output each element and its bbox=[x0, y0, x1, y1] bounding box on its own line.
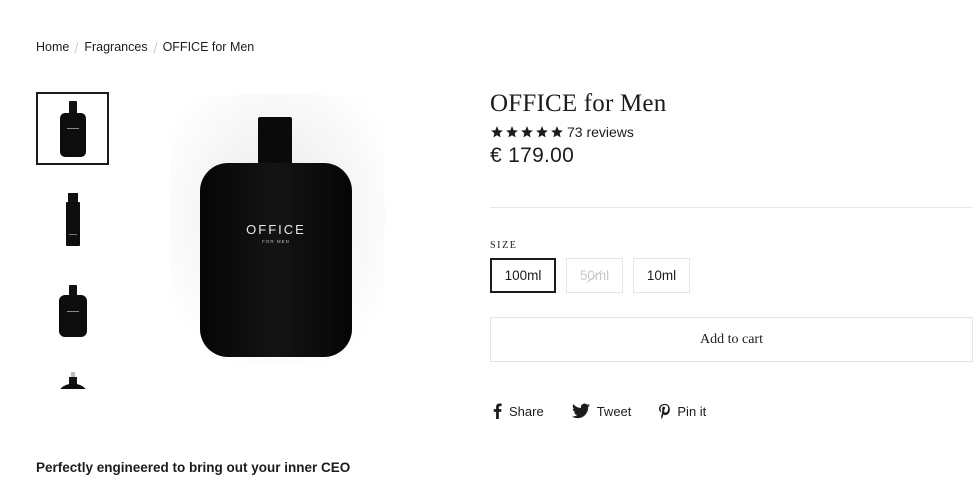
product-title: OFFICE for Men bbox=[490, 90, 667, 117]
bottle-label-brand: OFFICE bbox=[246, 222, 306, 237]
breadcrumb-fragrances-link[interactable]: Fragrances bbox=[84, 40, 147, 54]
bottle-small-thumbnail-image bbox=[58, 284, 87, 337]
thumbnail-bottle-front[interactable] bbox=[36, 92, 109, 165]
social-share: Share Tweet Pin it bbox=[493, 403, 706, 419]
product-info: OFFICE for Men 73 reviews € 179.00 SIZE … bbox=[490, 90, 973, 419]
add-to-cart-button[interactable]: Add to cart bbox=[490, 317, 973, 362]
size-option-100ml[interactable]: 100ml bbox=[490, 258, 556, 293]
breadcrumb-separator bbox=[74, 41, 79, 53]
bottle-top-thumbnail-image bbox=[59, 371, 86, 389]
product-price: € 179.00 bbox=[490, 144, 575, 167]
breadcrumb-home-link[interactable]: Home bbox=[36, 40, 69, 54]
thumbnail-bottle-small[interactable] bbox=[36, 274, 109, 347]
pin-label: Pin it bbox=[677, 403, 707, 419]
product-tagline: Perfectly engineered to bring out your i… bbox=[36, 460, 351, 475]
thumbnail-bottle-top[interactable] bbox=[36, 365, 109, 389]
share-label: Share bbox=[509, 403, 544, 419]
facebook-icon bbox=[493, 403, 502, 419]
perfume-bottle-image: OFFICE FOR MEN bbox=[170, 95, 385, 365]
size-option-50ml[interactable]: 50ml bbox=[566, 258, 623, 293]
star-rating bbox=[490, 125, 564, 139]
bottle-label-sub: FOR MEN bbox=[262, 239, 290, 244]
product-rating[interactable]: 73 reviews bbox=[490, 124, 973, 140]
size-selector: 100ml 50ml 10ml bbox=[490, 258, 690, 293]
pinterest-icon bbox=[659, 403, 671, 419]
share-facebook-button[interactable]: Share bbox=[493, 403, 544, 419]
reviews-count[interactable]: 73 reviews bbox=[567, 124, 634, 140]
star-icon bbox=[551, 126, 563, 138]
tweet-label: Tweet bbox=[596, 403, 632, 419]
bottle-thumbnail-image bbox=[59, 100, 86, 157]
star-icon bbox=[506, 126, 518, 138]
star-icon bbox=[536, 126, 548, 138]
thumbnail-gallery[interactable] bbox=[36, 92, 109, 389]
main-product-image[interactable]: OFFICE FOR MEN bbox=[170, 95, 385, 365]
travel-spray-thumbnail-image bbox=[65, 192, 80, 246]
thumbnail-travel-spray[interactable] bbox=[36, 183, 109, 256]
breadcrumb: Home Fragrances OFFICE for Men bbox=[36, 40, 254, 54]
breadcrumb-separator bbox=[153, 41, 158, 53]
share-pinterest-button[interactable]: Pin it bbox=[659, 403, 706, 419]
breadcrumb-current: OFFICE for Men bbox=[162, 40, 255, 54]
star-icon bbox=[491, 126, 503, 138]
share-twitter-button[interactable]: Tweet bbox=[571, 403, 632, 419]
star-icon bbox=[521, 126, 533, 138]
size-option-label: 10ml bbox=[646, 268, 677, 283]
size-label: SIZE bbox=[490, 240, 518, 251]
size-option-10ml[interactable]: 10ml bbox=[633, 258, 690, 293]
size-option-label: 100ml bbox=[504, 268, 542, 283]
twitter-icon bbox=[571, 403, 590, 419]
divider bbox=[490, 207, 973, 208]
